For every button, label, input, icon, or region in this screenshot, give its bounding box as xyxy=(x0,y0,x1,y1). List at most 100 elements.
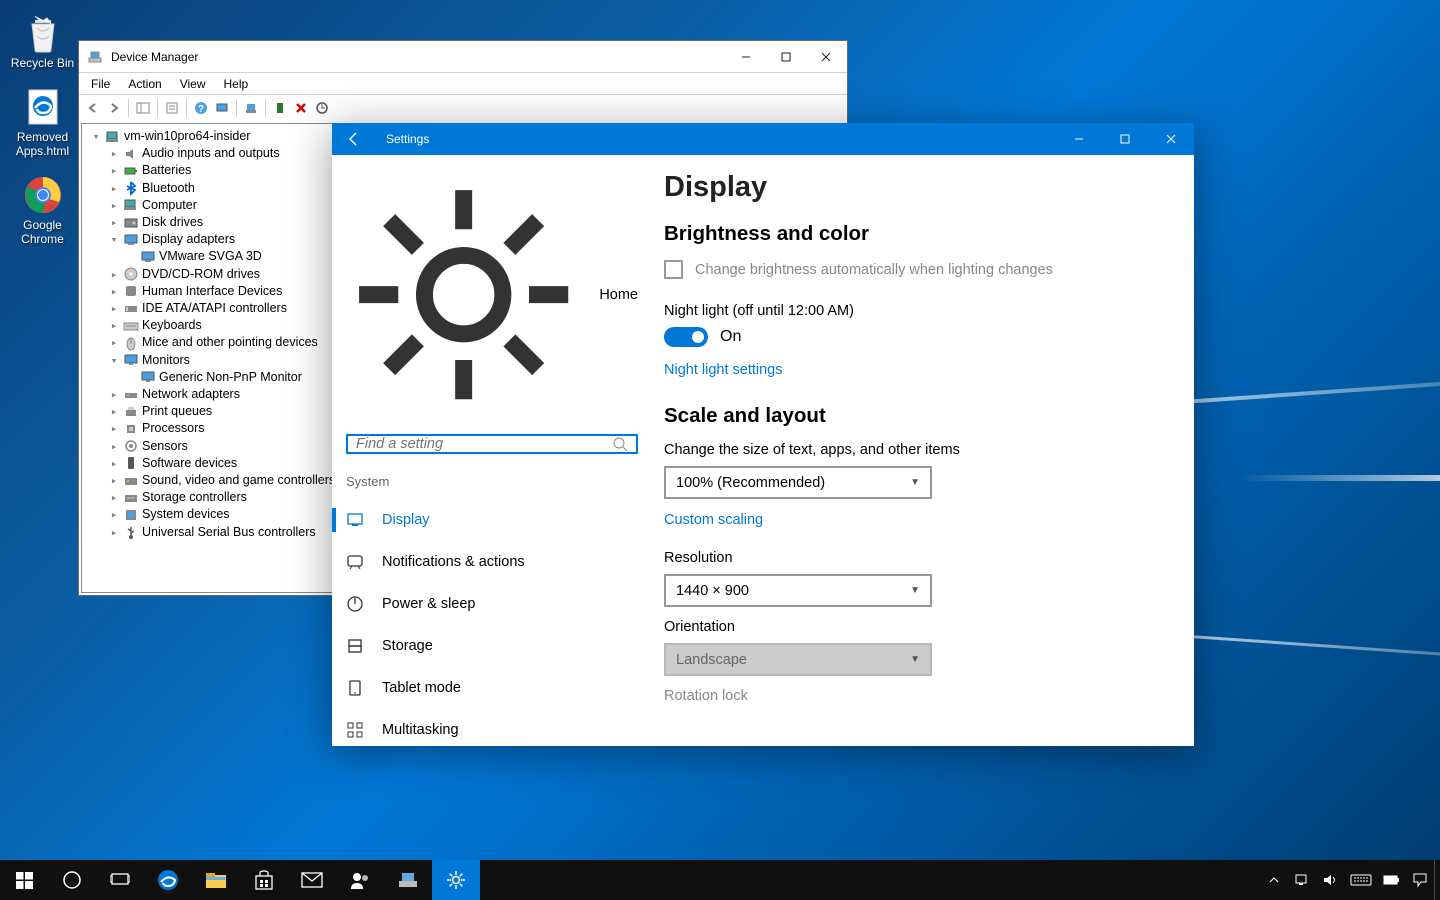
gear-icon xyxy=(346,177,581,412)
orientation-label: Orientation xyxy=(664,619,1166,635)
settings-titlebar[interactable]: Settings xyxy=(332,123,1194,155)
scale-label: Change the size of text, apps, and other… xyxy=(664,442,1166,458)
back-button[interactable] xyxy=(83,97,103,119)
taskbar-app-edge[interactable] xyxy=(144,860,192,900)
scale-dropdown[interactable]: 100% (Recommended) ▼ xyxy=(664,466,932,499)
close-button[interactable] xyxy=(1148,123,1194,155)
resolution-dropdown[interactable]: 1440 × 900 ▼ xyxy=(664,574,932,607)
network-icon xyxy=(123,387,139,403)
enable-device-button[interactable] xyxy=(270,97,290,119)
cpu-icon xyxy=(123,421,139,437)
usb-icon xyxy=(123,524,139,540)
device-manager-title: Device Manager xyxy=(111,50,198,64)
night-light-toggle[interactable] xyxy=(664,327,708,347)
sidebar-section-label: System xyxy=(332,474,652,499)
software-icon xyxy=(123,455,139,471)
keyboard-icon xyxy=(123,318,139,334)
sidebar-item-icon xyxy=(346,511,364,529)
tray-power-icon[interactable] xyxy=(1378,860,1406,900)
sidebar-item-notifications-actions[interactable]: Notifications & actions xyxy=(332,541,652,583)
orientation-dropdown[interactable]: Landscape ▼ xyxy=(664,643,932,676)
taskbar-app-people[interactable] xyxy=(336,860,384,900)
taskbar-app-device-manager[interactable] xyxy=(384,860,432,900)
sidebar-item-label: Multitasking xyxy=(382,722,459,738)
uninstall-device-button[interactable] xyxy=(291,97,311,119)
audio-icon xyxy=(123,146,139,162)
rotation-lock-label: Rotation lock xyxy=(664,688,1166,704)
tray-expand-button[interactable] xyxy=(1260,860,1288,900)
menu-file[interactable]: File xyxy=(83,75,118,93)
start-button[interactable] xyxy=(0,860,48,900)
taskbar-app-store[interactable] xyxy=(240,860,288,900)
menu-view[interactable]: View xyxy=(172,75,214,93)
edge-file-icon xyxy=(20,86,66,128)
display-icon xyxy=(123,232,139,248)
help-button[interactable]: ? xyxy=(191,97,211,119)
disk-icon xyxy=(123,215,139,231)
desktop-icon-chrome[interactable]: Google Chrome xyxy=(0,168,85,256)
properties-button[interactable] xyxy=(162,97,182,119)
taskbar-app-settings[interactable] xyxy=(432,860,480,900)
device-manager-toolbar: ? xyxy=(79,94,847,121)
home-button[interactable]: Home xyxy=(332,171,652,418)
scan-hardware-button[interactable] xyxy=(212,97,232,119)
search-input[interactable] xyxy=(356,436,612,452)
settings-window: Settings Home System Display Notification… xyxy=(332,123,1194,746)
hid-icon xyxy=(123,283,139,299)
maximize-button[interactable] xyxy=(766,46,805,68)
system-icon xyxy=(123,507,139,523)
desktop-icon-recycle-bin[interactable]: Recycle Bin xyxy=(0,6,85,80)
sidebar-item-icon xyxy=(346,679,364,697)
cortana-button[interactable] xyxy=(48,860,96,900)
forward-button[interactable] xyxy=(104,97,124,119)
sidebar-item-icon xyxy=(346,553,364,571)
night-light-settings-link[interactable]: Night light settings xyxy=(664,362,782,378)
scan-changes-button[interactable] xyxy=(312,97,332,119)
taskbar-app-explorer[interactable] xyxy=(192,860,240,900)
brightness-auto-checkbox[interactable] xyxy=(664,260,683,279)
recycle-bin-icon xyxy=(20,12,66,54)
minimize-button[interactable] xyxy=(726,46,765,68)
update-driver-button[interactable] xyxy=(241,97,261,119)
home-label: Home xyxy=(599,287,638,303)
minimize-button[interactable] xyxy=(1056,123,1102,155)
menu-help[interactable]: Help xyxy=(216,75,257,93)
sidebar-item-label: Notifications & actions xyxy=(382,554,525,570)
taskbar xyxy=(0,860,1440,900)
sensor-icon xyxy=(123,438,139,454)
show-hide-tree-button[interactable] xyxy=(133,97,153,119)
tray-keyboard-icon[interactable] xyxy=(1344,860,1378,900)
task-view-button[interactable] xyxy=(96,860,144,900)
monitor-icon xyxy=(123,352,139,368)
settings-title: Settings xyxy=(386,132,429,146)
device-manager-titlebar[interactable]: Device Manager xyxy=(79,41,847,72)
back-button[interactable] xyxy=(340,123,368,155)
monitor-icon xyxy=(140,369,156,385)
custom-scaling-link[interactable]: Custom scaling xyxy=(664,512,763,528)
bluetooth-icon xyxy=(123,180,139,196)
settings-search[interactable] xyxy=(346,434,638,454)
sidebar-item-power-sleep[interactable]: Power & sleep xyxy=(332,583,652,625)
dvd-icon xyxy=(123,266,139,282)
chevron-down-icon: ▼ xyxy=(910,654,920,665)
sidebar-item-multitasking[interactable]: Multitasking xyxy=(332,709,652,746)
taskbar-app-mail[interactable] xyxy=(288,860,336,900)
chevron-down-icon: ▼ xyxy=(910,585,920,596)
desktop-icon-edge-file[interactable]: Removed Apps.html xyxy=(0,80,85,168)
maximize-button[interactable] xyxy=(1102,123,1148,155)
sidebar-item-icon xyxy=(346,721,364,739)
night-light-label: Night light (off until 12:00 AM) xyxy=(664,303,1166,319)
tray-action-center-icon[interactable] xyxy=(1406,860,1434,900)
sidebar-item-storage[interactable]: Storage xyxy=(332,625,652,667)
battery-icon xyxy=(123,163,139,179)
show-desktop-button[interactable] xyxy=(1434,860,1440,900)
tray-network-icon[interactable] xyxy=(1288,860,1316,900)
sidebar-item-display[interactable]: Display xyxy=(332,499,652,541)
resolution-label: Resolution xyxy=(664,550,1166,566)
display-icon xyxy=(140,249,156,265)
tray-volume-icon[interactable] xyxy=(1316,860,1344,900)
sound-icon xyxy=(123,473,139,489)
close-button[interactable] xyxy=(806,46,845,68)
sidebar-item-tablet-mode[interactable]: Tablet mode xyxy=(332,667,652,709)
menu-action[interactable]: Action xyxy=(120,75,169,93)
